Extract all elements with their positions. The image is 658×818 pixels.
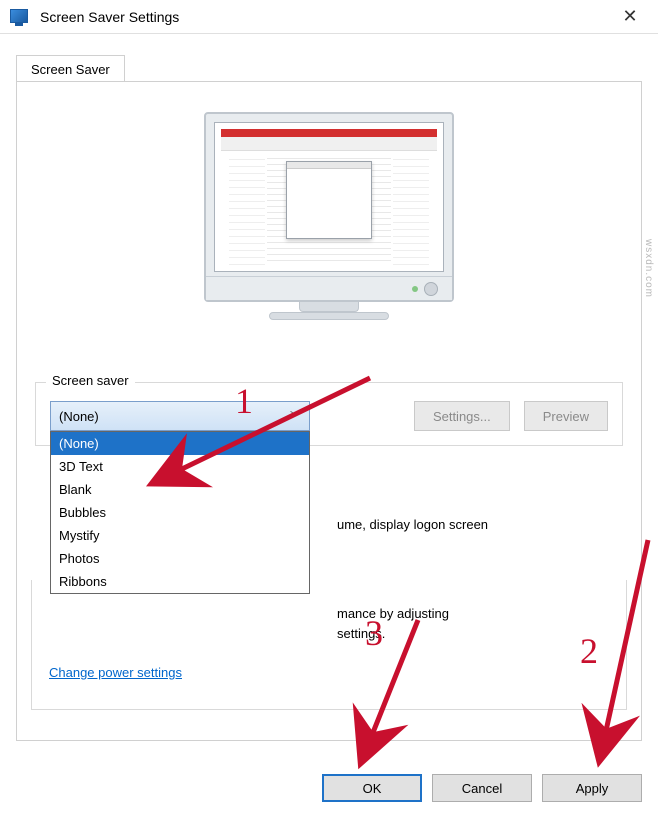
close-icon[interactable]: ✕ (608, 0, 652, 34)
dropdown-option[interactable]: Ribbons (51, 570, 309, 593)
tab-panel: Screen saver (None) ﹀ (None) 3D Text Bla… (16, 81, 642, 741)
resume-text-fragment: ume, display logon screen (337, 517, 488, 532)
dropdown-selected: (None) (59, 409, 99, 424)
preview-button[interactable]: Preview (524, 401, 608, 431)
ok-button[interactable]: OK (322, 774, 422, 802)
dropdown-option[interactable]: Photos (51, 547, 309, 570)
dropdown-option[interactable]: Mystify (51, 524, 309, 547)
settings-button[interactable]: Settings... (414, 401, 510, 431)
cancel-button[interactable]: Cancel (432, 774, 532, 802)
dropdown-list: (None) 3D Text Blank Bubbles Mystify Pho… (50, 431, 310, 594)
window-title: Screen Saver Settings (40, 9, 608, 25)
app-icon (10, 8, 30, 26)
apply-button[interactable]: Apply (542, 774, 642, 802)
tab-screen-saver[interactable]: Screen Saver (16, 55, 125, 82)
power-text-fragment1: mance by adjusting (337, 606, 449, 621)
dropdown-option[interactable]: (None) (51, 432, 309, 455)
titlebar: Screen Saver Settings ✕ (0, 0, 658, 34)
dropdown-option[interactable]: Blank (51, 478, 309, 501)
tabstrip: Screen Saver (0, 34, 658, 81)
power-text-fragment2: settings. (337, 626, 385, 641)
watermark: wsxdn.com (643, 239, 654, 298)
screensaver-group: Screen saver (None) ﹀ (None) 3D Text Bla… (35, 382, 623, 446)
dropdown-option[interactable]: Bubbles (51, 501, 309, 524)
dialog-buttons: OK Cancel Apply (322, 774, 642, 802)
dropdown-option[interactable]: 3D Text (51, 455, 309, 478)
chevron-down-icon: ﹀ (290, 408, 301, 424)
power-group-fragment (31, 580, 627, 710)
screensaver-dropdown[interactable]: (None) ﹀ (None) 3D Text Blank Bubbles My… (50, 401, 310, 431)
monitor-preview (204, 112, 454, 342)
group-legend: Screen saver (46, 373, 135, 388)
